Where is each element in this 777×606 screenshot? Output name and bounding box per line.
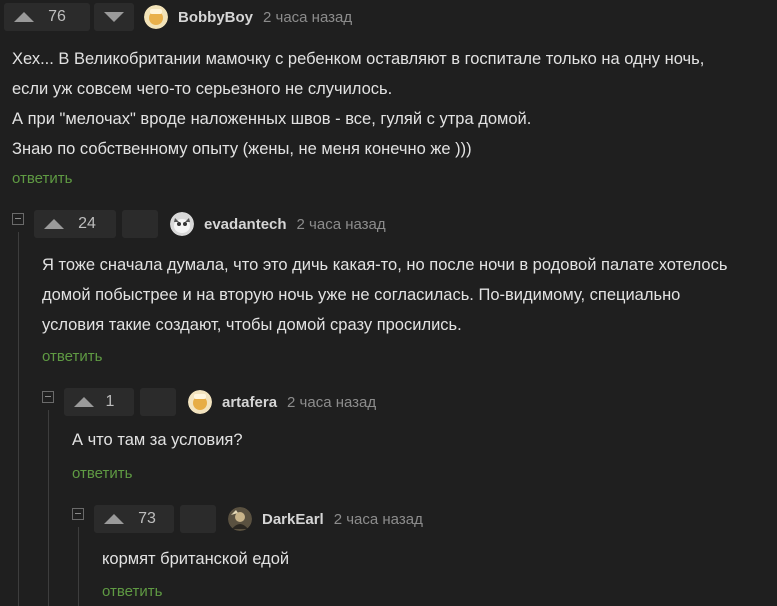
comment-score: 73 (138, 510, 156, 527)
reply-link[interactable]: ответить (42, 348, 102, 365)
comment-text-line: Знаю по собственному опыту (жены, не мен… (12, 140, 472, 158)
comment-timestamp[interactable]: 2 часа назад (334, 511, 423, 528)
vote-box: 24 (34, 210, 116, 238)
thread-line-level-3 (78, 527, 79, 606)
reply-link[interactable]: ответить (102, 583, 162, 600)
comment-username[interactable]: evadantech (204, 216, 287, 233)
comment-body: кормят британской едой (102, 544, 289, 574)
comment-header: 24 evadantech 2 часа назад (34, 209, 386, 239)
upvote-arrow-icon[interactable] (14, 12, 34, 22)
comment-username[interactable]: DarkEarl (262, 511, 324, 528)
downvote-button[interactable] (94, 3, 134, 31)
collapse-thread-icon[interactable] (12, 213, 24, 225)
collapse-thread-icon[interactable] (72, 508, 84, 520)
upvote-arrow-icon[interactable] (104, 514, 124, 524)
comment-body: Я тоже сначала думала, что это дичь кака… (42, 250, 727, 340)
reply-link[interactable]: ответить (72, 465, 132, 482)
comment-username[interactable]: artafera (222, 394, 277, 411)
collapse-thread-icon[interactable] (42, 391, 54, 403)
upvote-arrow-icon[interactable] (44, 219, 64, 229)
comment-score: 1 (105, 393, 115, 410)
thread-line-level-2 (48, 410, 49, 606)
reply-link[interactable]: ответить (12, 170, 72, 187)
comment-body: Хех... В Великобритании мамочку с ребенк… (12, 44, 704, 164)
comment-timestamp[interactable]: 2 часа назад (287, 394, 376, 411)
vote-box: 73 (94, 505, 174, 533)
downvote-button[interactable] (122, 210, 158, 238)
user-avatar-icon[interactable] (170, 212, 194, 236)
comment-header: 76 BobbyBoy 2 часа назад (4, 2, 352, 32)
comment-text-line: условия такие создают, чтобы домой сразу… (42, 316, 462, 334)
comment-score: 24 (78, 215, 96, 232)
downvote-button[interactable] (140, 388, 176, 416)
user-avatar-icon[interactable] (228, 507, 252, 531)
comment-text-line: домой побыстрее и на вторую ночь уже не … (42, 286, 681, 304)
comment-text-line: А при "мелочах" вроде наложенных швов - … (12, 110, 532, 128)
comment-text-line: если уж совсем чего-то серьезного не слу… (12, 80, 393, 98)
comment-username[interactable]: BobbyBoy (178, 9, 253, 26)
comment-body: А что там за условия? (72, 425, 243, 455)
upvote-arrow-icon[interactable] (74, 397, 94, 407)
comment-header: 1 artafera 2 часа назад (64, 387, 376, 417)
vote-box: 76 (4, 3, 90, 31)
comment-timestamp[interactable]: 2 часа назад (263, 9, 352, 26)
comment-text-line: кормят британской едой (102, 550, 290, 568)
thread-line-level-1 (18, 232, 19, 606)
comment-text-line: А что там за условия? (72, 431, 243, 449)
comment-text-line: Я тоже сначала думала, что это дичь кака… (42, 256, 728, 274)
user-avatar-icon[interactable] (188, 390, 212, 414)
comment-text-line: Хех... В Великобритании мамочку с ребенк… (12, 50, 705, 68)
comment-score: 76 (48, 8, 66, 25)
downvote-arrow-icon[interactable] (104, 12, 124, 22)
comment-timestamp[interactable]: 2 часа назад (297, 216, 386, 233)
downvote-button[interactable] (180, 505, 216, 533)
vote-box: 1 (64, 388, 134, 416)
comment-header: 73 DarkEarl 2 часа назад (94, 504, 423, 534)
user-avatar-icon[interactable] (144, 5, 168, 29)
